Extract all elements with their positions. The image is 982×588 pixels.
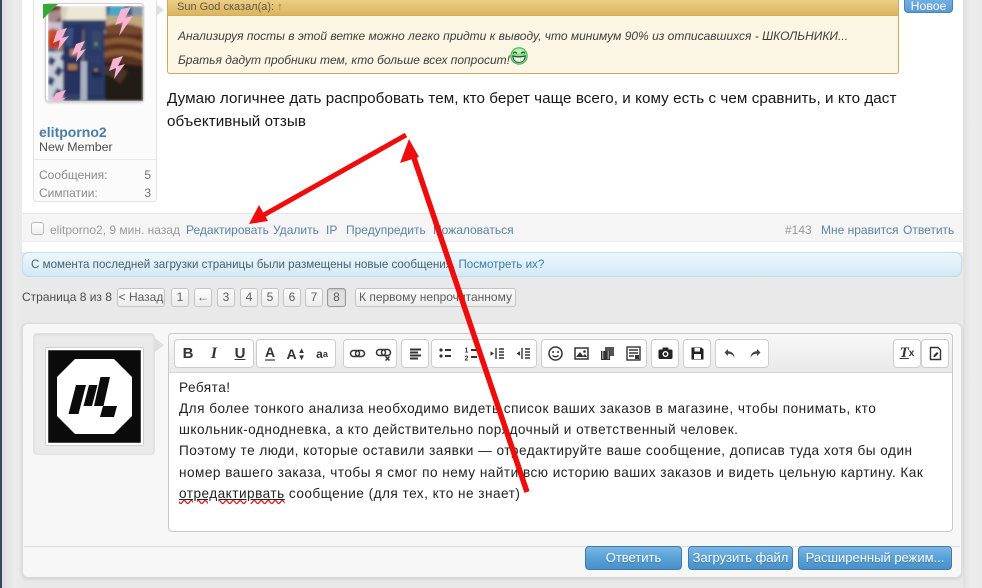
svg-text:1: 1	[464, 348, 468, 355]
svg-text:2: 2	[464, 356, 468, 363]
